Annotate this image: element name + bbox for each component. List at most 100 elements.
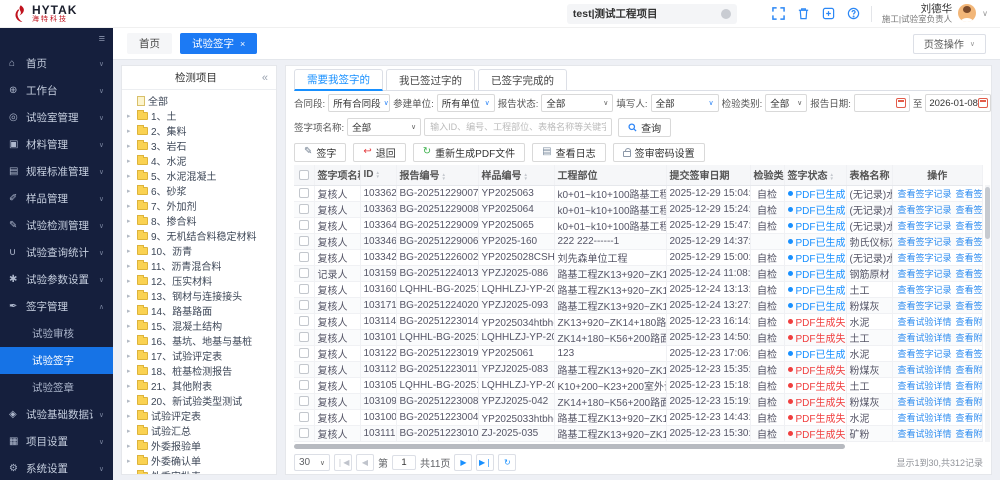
row-checkbox[interactable] [299, 300, 309, 310]
tree-item[interactable]: ▸17、试验评定表 [127, 348, 271, 363]
tree-item[interactable]: ▸试验汇总 [127, 423, 271, 438]
tree-item[interactable]: ▸8、掺合料 [127, 213, 271, 228]
sidebar-item[interactable]: ▤规程标准管理∨ [0, 158, 113, 185]
op-link[interactable]: 查看附件 [956, 381, 983, 391]
first-page-button[interactable]: ❘◀ [334, 454, 352, 471]
module-tab[interactable]: 需要我签字的 [294, 69, 383, 91]
sidebar-item[interactable]: ✒签字管理∧ [0, 293, 113, 320]
tree-item[interactable]: ▸9、无机结合料稳定材料 [127, 228, 271, 243]
row-checkbox[interactable] [299, 284, 309, 294]
sidebar-item[interactable]: ∪试验查询统计∨ [0, 239, 113, 266]
sort-icon[interactable] [524, 173, 528, 181]
horizontal-scrollbar[interactable] [294, 444, 983, 450]
refresh-button[interactable]: ↻ [498, 454, 516, 471]
row-checkbox[interactable] [299, 316, 309, 326]
row-checkbox[interactable] [299, 204, 309, 214]
writer-select[interactable]: 全部∨ [651, 94, 719, 112]
sidebar-subitem[interactable]: 试验签字 [0, 347, 113, 374]
row-checkbox[interactable] [299, 252, 309, 262]
sort-icon[interactable] [830, 173, 834, 181]
sidebar-item[interactable]: ◈试验基础数据设置∨ [0, 401, 113, 428]
op-link[interactable]: 查看签字记录 [898, 237, 952, 247]
tree-item[interactable]: ▸7、外加剂 [127, 198, 271, 213]
fullscreen-icon[interactable] [771, 6, 786, 21]
op-link[interactable]: 查看附件 [956, 365, 983, 375]
op-link[interactable]: 查看试验详情 [898, 365, 952, 375]
tree-item[interactable]: 全部 [127, 93, 271, 108]
row-checkbox[interactable] [299, 236, 309, 246]
page-action-button[interactable]: 页签操作∨ [913, 34, 986, 54]
keyword-input[interactable] [424, 118, 612, 136]
op-link[interactable]: 查看签字报告 [956, 253, 983, 263]
user-menu[interactable]: 刘德华 施工|试验室负责人 ∨ [882, 3, 988, 25]
sidebar-item[interactable]: ⌂首页∨ [0, 50, 113, 77]
tree-item[interactable]: ▸4、水泥 [127, 153, 271, 168]
sidebar-subitem[interactable]: 试验审核 [0, 320, 113, 347]
row-checkbox[interactable] [299, 412, 309, 422]
pen-action-button[interactable]: ✎签字 [294, 143, 346, 162]
sign-item-select[interactable]: 全部∨ [347, 118, 421, 136]
tree-item[interactable]: ▸21、其他附表 [127, 378, 271, 393]
report-status-select[interactable]: 全部∨ [541, 94, 613, 112]
tree-item[interactable]: ▸13、钢材与连接接头 [127, 288, 271, 303]
row-checkbox[interactable] [299, 332, 309, 342]
op-link[interactable]: 查看附件 [956, 317, 983, 327]
tree-item[interactable]: ▸外委报验单 [127, 438, 271, 453]
sidebar-item[interactable]: ◎试验室管理∨ [0, 104, 113, 131]
tree-item[interactable]: ▸试验评定表 [127, 408, 271, 423]
sidebar-subitem[interactable]: 试验签章 [0, 374, 113, 401]
row-checkbox[interactable] [299, 428, 309, 438]
op-link[interactable]: 查看签字记录 [898, 349, 952, 359]
page-size-select[interactable]: 30∨ [294, 454, 330, 471]
op-link[interactable]: 查看签字记录 [898, 285, 952, 295]
op-link[interactable]: 查看签字报告 [956, 301, 983, 311]
tree-item[interactable]: ▸11、沥青混合料 [127, 258, 271, 273]
op-link[interactable]: 查看签字报告 [956, 189, 983, 199]
op-link[interactable]: 查看附件 [956, 413, 983, 423]
row-checkbox[interactable] [299, 348, 309, 358]
op-link[interactable]: 查看签字记录 [898, 205, 952, 215]
op-link[interactable]: 查看签字报告 [956, 205, 983, 215]
op-link[interactable]: 查看试验详情 [898, 413, 952, 423]
op-link[interactable]: 查看签字记录 [898, 301, 952, 311]
op-link[interactable]: 查看签字报告 [956, 221, 983, 231]
trash-icon[interactable] [796, 6, 811, 21]
sort-icon[interactable] [376, 171, 380, 179]
tree-item[interactable]: ▸15、混凝土结构 [127, 318, 271, 333]
op-link[interactable]: 查看附件 [956, 397, 983, 407]
last-page-button[interactable]: ▶❘ [476, 454, 494, 471]
row-checkbox[interactable] [299, 188, 309, 198]
row-checkbox[interactable] [299, 220, 309, 230]
op-link[interactable]: 查看签字记录 [898, 221, 952, 231]
tree-item[interactable]: ▸20、新试验类型测试 [127, 393, 271, 408]
add-square-icon[interactable] [821, 6, 836, 21]
help-icon[interactable] [846, 6, 861, 21]
refresh-action-button[interactable]: ↻重新生成PDF文件 [413, 143, 525, 162]
sidebar-collapse-icon[interactable]: ≡ [99, 33, 105, 45]
date-end-input[interactable]: 2026-01-08 [925, 94, 991, 112]
lock-action-button[interactable]: 签审密码设置 [613, 143, 705, 162]
project-select[interactable]: test|测试工程项目 [567, 4, 737, 24]
tree-item[interactable]: ▸3、岩石 [127, 138, 271, 153]
tree-item[interactable]: ▸5、水泥混凝土 [127, 168, 271, 183]
tab-test-signature[interactable]: 试验签字 × [180, 33, 257, 54]
tree-item[interactable]: ▸6、砂浆 [127, 183, 271, 198]
page-number-input[interactable] [392, 455, 416, 470]
panel-collapse-icon[interactable]: « [262, 72, 268, 84]
tree-item[interactable]: ▸2、集料 [127, 123, 271, 138]
row-checkbox[interactable] [299, 396, 309, 406]
tree-item[interactable]: ▸18、桩基检测报告 [127, 363, 271, 378]
op-link[interactable]: 查看附件 [956, 333, 983, 343]
op-link[interactable]: 查看试验详情 [898, 381, 952, 391]
sidebar-item[interactable]: ⚙系统设置∨ [0, 455, 113, 480]
tree-item[interactable]: ▸外委确认单 [127, 453, 271, 468]
search-button[interactable]: 查询 [618, 118, 671, 137]
tree-item[interactable]: ▸10、沥青 [127, 243, 271, 258]
sidebar-item[interactable]: ✐样品管理∨ [0, 185, 113, 212]
sidebar-item[interactable]: ⊕工作台∨ [0, 77, 113, 104]
tree-item[interactable]: ▸1、土 [127, 108, 271, 123]
row-checkbox[interactable] [299, 268, 309, 278]
tree-item[interactable]: ▸外委审批表 [127, 468, 271, 474]
op-link[interactable]: 查看试验详情 [898, 429, 952, 439]
op-link[interactable]: 查看试验详情 [898, 333, 952, 343]
